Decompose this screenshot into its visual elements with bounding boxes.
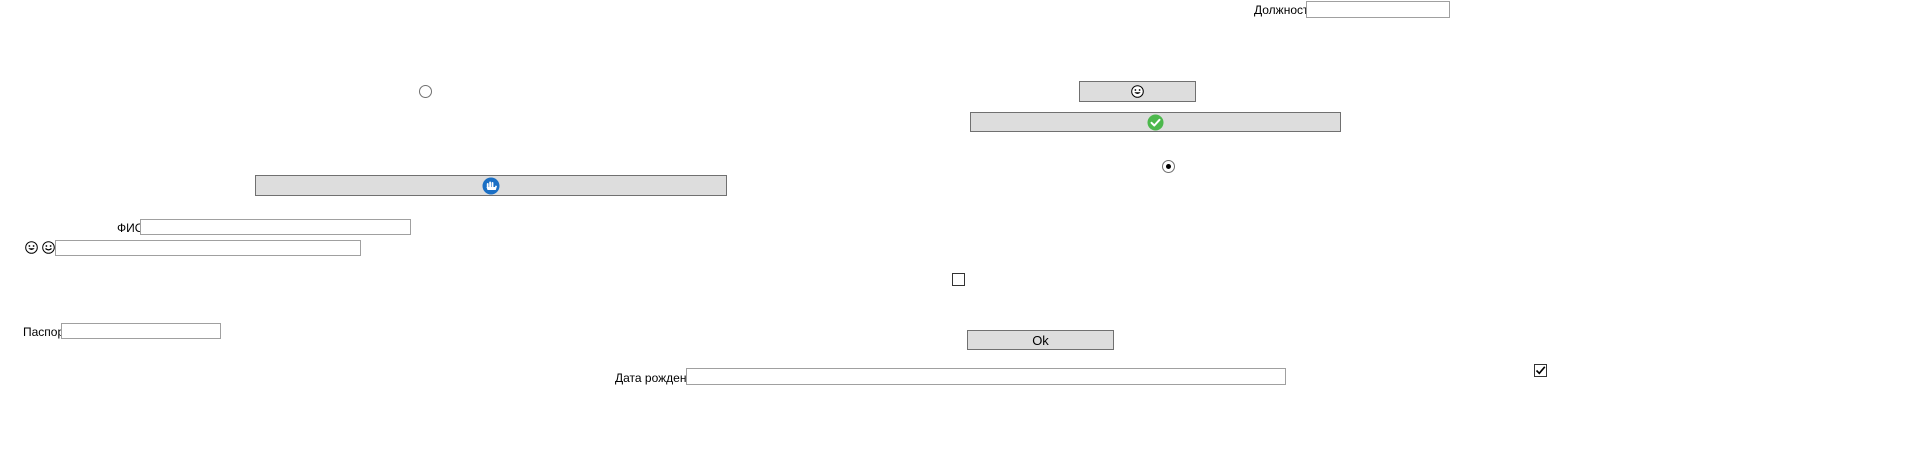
emoji-field[interactable]	[55, 240, 361, 256]
middle-checkbox[interactable]	[952, 273, 965, 286]
blue-hand-icon	[482, 177, 500, 195]
left-radio-button[interactable]	[419, 85, 432, 98]
emoji-label	[25, 241, 55, 255]
smiling-face-icon	[42, 241, 55, 255]
ok-button[interactable]: Ok	[967, 330, 1114, 350]
birthdate-field[interactable]	[686, 368, 1286, 385]
passport-field[interactable]	[61, 323, 221, 339]
corner-checkbox[interactable]	[1534, 364, 1547, 377]
confirm-button[interactable]	[970, 112, 1341, 132]
grinning-face-icon	[25, 241, 38, 255]
right-radio-button[interactable]	[1162, 160, 1175, 173]
green-check-icon	[1147, 114, 1164, 131]
fio-field[interactable]	[140, 219, 411, 235]
ok-button-label: Ok	[1032, 332, 1049, 348]
checkmark-icon	[1535, 366, 1546, 375]
blue-icon-button[interactable]	[255, 175, 727, 196]
position-field[interactable]	[1306, 1, 1450, 18]
grinning-face-icon	[1131, 85, 1144, 98]
smiley-button[interactable]	[1079, 81, 1196, 102]
